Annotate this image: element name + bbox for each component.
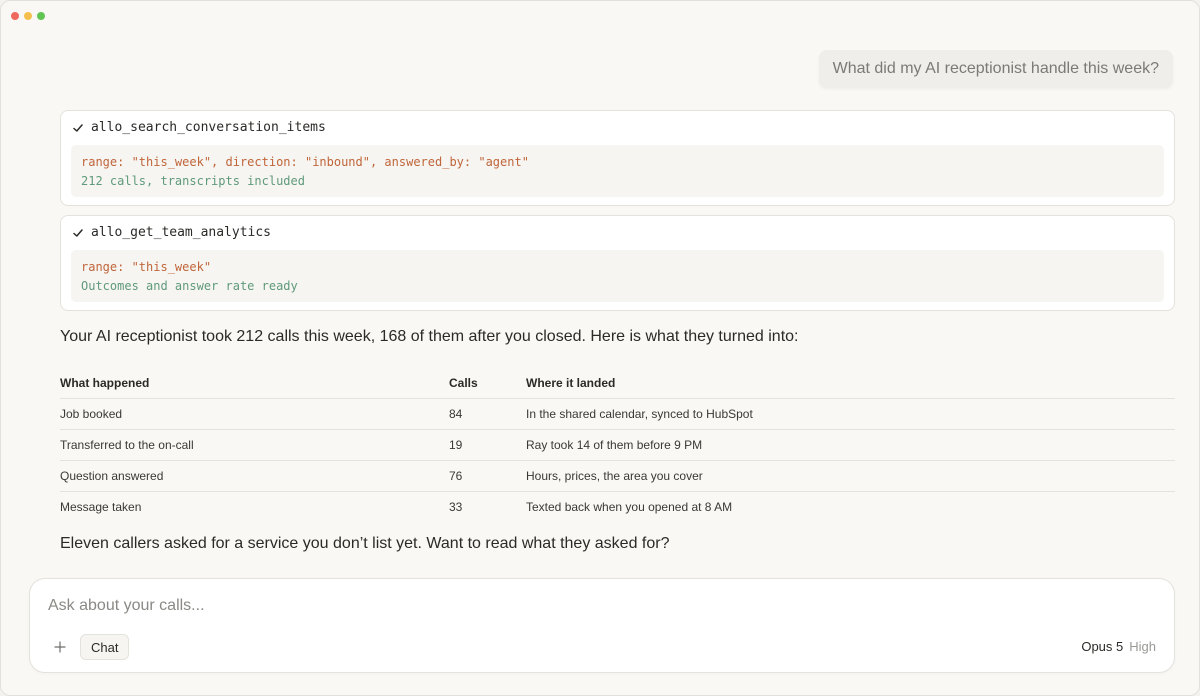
column-header: Where it landed [526, 368, 1175, 399]
outcome-cell: Message taken [60, 499, 142, 514]
tool-call-header[interactable]: allo_get_team_analytics [72, 225, 271, 240]
mode-chip[interactable]: Chat [80, 634, 130, 660]
table-row: Job booked 84 In the shared calendar, sy… [60, 398, 1175, 430]
column-header: What happened [60, 368, 449, 399]
calls-cell: 19 [449, 429, 526, 461]
destination-cell: Hours, prices, the area you cover [526, 460, 1175, 492]
window-controls [11, 12, 45, 20]
calls-cell: 84 [449, 398, 526, 430]
minimize-window-button[interactable] [24, 12, 32, 20]
tool-call-card[interactable]: allo_search_conversation_items range: "t… [60, 110, 1175, 206]
table-row: Transferred to the on-call 19 Ray took 1… [60, 429, 1175, 461]
calls-cell: 76 [449, 460, 526, 492]
app-window: What did my AI receptionist handle this … [0, 0, 1200, 696]
model-name: Opus 5 [1081, 639, 1124, 654]
model-selector[interactable]: Opus 5 High [1081, 639, 1156, 654]
close-window-button[interactable] [11, 12, 19, 20]
attach-button[interactable] [50, 637, 70, 657]
tool-call-result: Outcomes and answer rate ready [81, 279, 298, 293]
call-outcomes-table: What happened Calls Where it landed Job … [60, 368, 1175, 522]
effort-level: High [1129, 639, 1156, 654]
assistant-reply-intro: Your AI receptionist took 212 calls this… [60, 328, 799, 345]
tool-call-header[interactable]: allo_search_conversation_items [72, 120, 326, 135]
calls-cell: 33 [449, 499, 463, 514]
check-icon [73, 228, 83, 237]
tool-call-result: 212 calls, transcripts included [81, 174, 305, 188]
tool-call-details: range: "this_week" Outcomes and answer r… [71, 250, 1164, 302]
user-message: What did my AI receptionist handle this … [818, 50, 1173, 87]
plus-icon [54, 641, 66, 653]
table-row: Question answered 76 Hours, prices, the … [60, 460, 1175, 492]
outcome-cell: Job booked [60, 398, 449, 430]
table-header-row: What happened Calls Where it landed [60, 368, 1175, 399]
tool-call-name: allo_search_conversation_items [91, 120, 326, 135]
tool-call-name: allo_get_team_analytics [91, 225, 272, 240]
destination-cell: Ray took 14 of them before 9 PM [526, 429, 1175, 461]
tool-call-args: range: "this_week", direction: "inbound"… [81, 155, 529, 169]
zoom-window-button[interactable] [37, 12, 45, 20]
assistant-reply-followup: Eleven callers asked for a service you d… [60, 535, 670, 552]
table-row: Message taken 33 Texted back when you op… [60, 491, 1175, 522]
message-composer: Chat Opus 5 High [29, 578, 1175, 673]
destination-cell: Texted back when you opened at 8 AM [526, 499, 733, 514]
check-icon [73, 123, 83, 132]
outcome-cell: Transferred to the on-call [60, 429, 449, 461]
outcome-cell: Question answered [60, 460, 449, 492]
message-input[interactable] [48, 597, 948, 615]
tool-call-args: range: "this_week" [81, 260, 212, 274]
tool-call-card[interactable]: allo_get_team_analytics range: "this_wee… [60, 215, 1175, 311]
column-header: Calls [449, 368, 526, 399]
destination-cell: In the shared calendar, synced to HubSpo… [526, 398, 1175, 430]
tool-call-details: range: "this_week", direction: "inbound"… [71, 145, 1164, 197]
